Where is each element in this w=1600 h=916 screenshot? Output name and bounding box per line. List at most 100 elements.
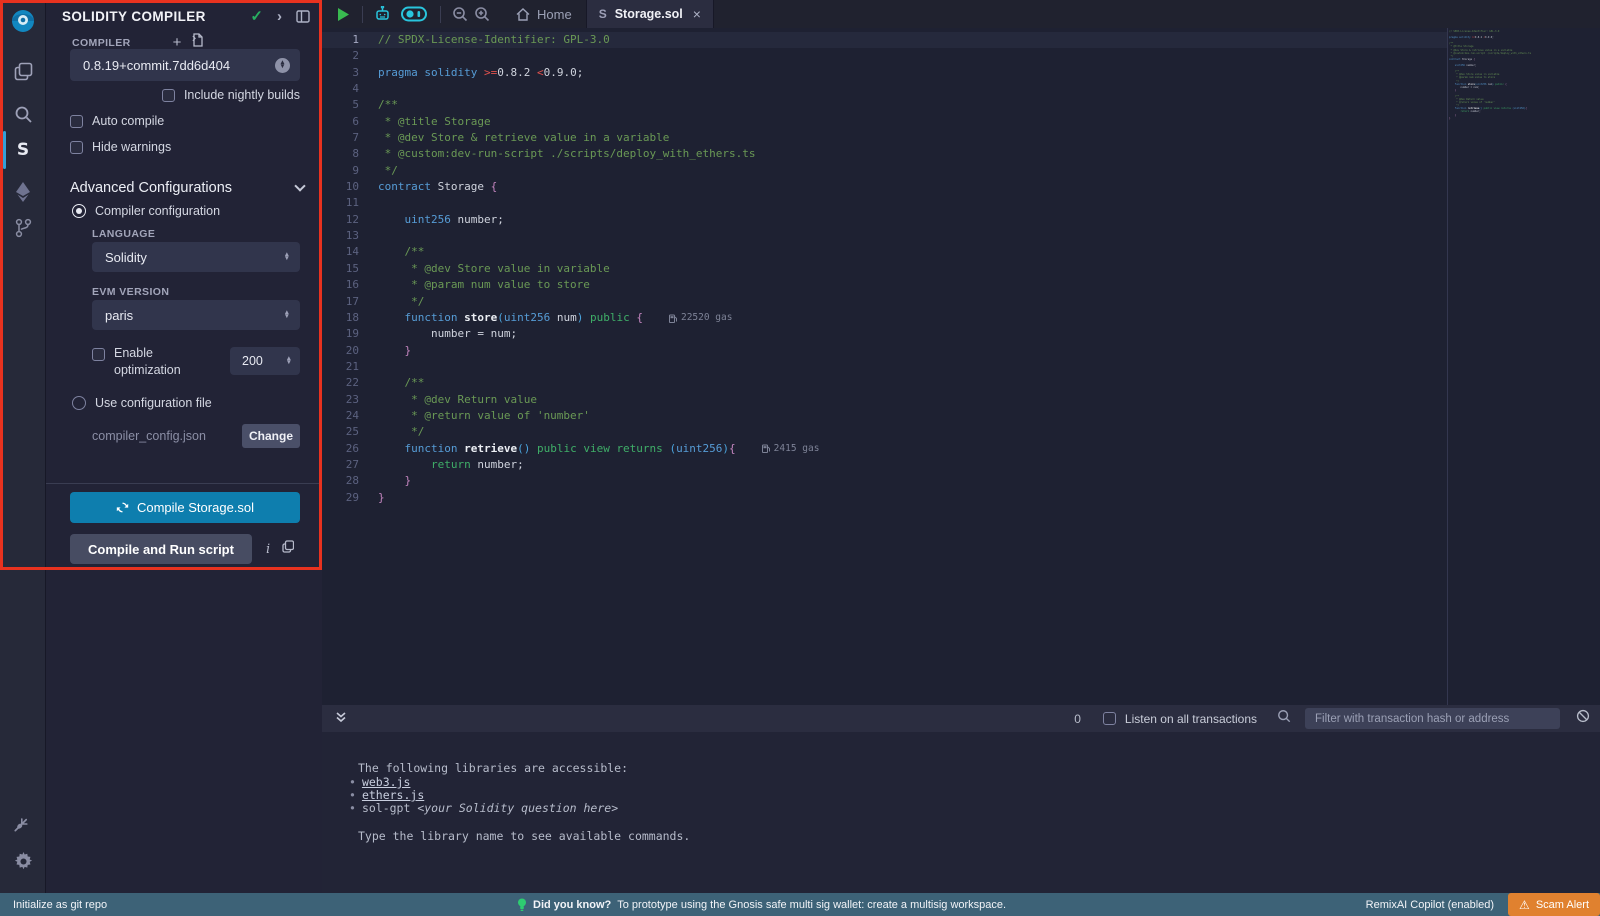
terminal-search-icon[interactable] (1277, 709, 1291, 728)
code-text: function retrieve() public view returns … (378, 441, 736, 457)
git-init-status[interactable]: Initialize as git repo (13, 899, 107, 911)
code-text: * @param num value to store (378, 277, 590, 293)
code-line-15[interactable]: 15 * @dev Store value in variable (322, 261, 1448, 277)
code-line-24[interactable]: 24 * @return value of 'number' (322, 408, 1448, 424)
line-number: 21 (322, 359, 378, 375)
ethers-link[interactable]: ethers.js (362, 788, 424, 802)
select-arrows-icon: ▲▼ (284, 311, 290, 320)
change-config-button[interactable]: Change (242, 424, 300, 448)
code-text: /** (378, 244, 424, 260)
remix-ide: S SOLIDITY (0, 0, 1600, 916)
code-line-28[interactable]: 28 } (322, 473, 1448, 489)
code-line-3[interactable]: 3pragma solidity >=0.8.2 <0.9.0; (322, 65, 1448, 81)
copilot-robot-icon[interactable] (374, 6, 391, 22)
solidity-compiler-panel: SOLIDITY COMPILER ✓ › COMPILER + 0.8.19+… (46, 0, 322, 893)
code-line-27[interactable]: 27 return number; (322, 457, 1448, 473)
compiler-configuration-radio[interactable] (72, 204, 86, 218)
tab-home[interactable]: Home (502, 0, 586, 28)
close-tab-icon[interactable]: × (693, 6, 701, 22)
plugin-manager-icon[interactable] (0, 810, 46, 842)
lightbulb-icon (517, 898, 527, 912)
editor-region: Home S Storage.sol × 1// SPDX-License-Id… (322, 0, 1600, 705)
code-line-2[interactable]: 2 (322, 48, 1448, 64)
code-text: * @dev Store value in variable (378, 261, 610, 277)
zoom-out-icon[interactable] (452, 6, 468, 22)
run-script-play-icon[interactable] (336, 7, 350, 22)
code-line-10[interactable]: 10contract Storage { (322, 179, 1448, 195)
code-line-26[interactable]: 26 function retrieve() public view retur… (322, 441, 1448, 457)
tab-storage-sol[interactable]: S Storage.sol × (586, 0, 714, 28)
code-line-29[interactable]: 29} (322, 490, 1448, 506)
listen-transactions-checkbox[interactable] (1103, 712, 1116, 725)
terminal-collapse-icon[interactable] (335, 710, 347, 728)
compiler-section-label: COMPILER (72, 37, 131, 49)
code-line-17[interactable]: 17 */ (322, 294, 1448, 310)
divider (46, 483, 322, 484)
copilot-status[interactable]: RemixAI Copilot (enabled) (1366, 899, 1494, 911)
use-config-file-radio[interactable] (72, 396, 86, 410)
language-select[interactable]: Solidity ▲▼ (92, 242, 300, 272)
deploy-run-icon[interactable] (0, 176, 46, 208)
advanced-configurations-header[interactable]: Advanced Configurations (70, 180, 304, 196)
scam-alert-badge[interactable]: ⚠ Scam Alert (1508, 893, 1600, 916)
zoom-in-icon[interactable] (474, 6, 490, 22)
code-line-1[interactable]: 1// SPDX-License-Identifier: GPL-3.0 (322, 32, 1448, 48)
code-line-11[interactable]: 11 (322, 195, 1448, 211)
settings-gear-icon[interactable] (0, 845, 46, 877)
line-number: 9 (322, 163, 378, 179)
pin-panel-icon[interactable] (296, 10, 310, 23)
file-explorer-icon[interactable] (0, 55, 46, 87)
compile-button[interactable]: Compile Storage.sol (70, 492, 300, 523)
code-editor[interactable]: 1// SPDX-License-Identifier: GPL-3.023pr… (322, 32, 1448, 506)
search-icon[interactable] (0, 98, 46, 130)
evm-version-select[interactable]: paris ▲▼ (92, 300, 300, 330)
solidity-compiler-icon[interactable]: S (0, 134, 46, 166)
copy-icon[interactable] (282, 540, 294, 558)
terminal-output[interactable]: The following libraries are accessible: … (322, 732, 1600, 893)
runs-stepper-icon: ▲▼ (286, 357, 292, 366)
code-line-20[interactable]: 20 } (322, 343, 1448, 359)
code-line-23[interactable]: 23 * @dev Return value (322, 392, 1448, 408)
enable-optimization-checkbox[interactable] (92, 348, 105, 361)
transaction-filter-input[interactable] (1305, 708, 1560, 729)
code-line-4[interactable]: 4 (322, 81, 1448, 97)
line-number: 13 (322, 228, 378, 244)
compile-and-run-button[interactable]: Compile and Run script (70, 534, 252, 564)
code-text: */ (378, 424, 424, 440)
code-line-5[interactable]: 5/** (322, 97, 1448, 113)
hide-warnings-checkbox[interactable] (70, 141, 83, 154)
code-line-16[interactable]: 16 * @param num value to store (322, 277, 1448, 293)
line-number: 11 (322, 195, 378, 211)
compile-success-check-icon: ✓ (250, 7, 263, 25)
line-number: 20 (322, 343, 378, 359)
code-line-21[interactable]: 21 (322, 359, 1448, 375)
tip-text: To prototype using the Gnosis safe multi… (617, 899, 1006, 911)
git-icon[interactable] (0, 212, 46, 244)
auto-compile-checkbox[interactable] (70, 115, 83, 128)
code-line-18[interactable]: 18 function store(uint256 num) public {2… (322, 310, 1448, 326)
compiler-version-select[interactable]: 0.8.19+commit.7dd6d404 ▲▼ (70, 49, 300, 81)
line-number: 7 (322, 130, 378, 146)
code-line-8[interactable]: 8 * @custom:dev-run-script ./scripts/dep… (322, 146, 1448, 162)
code-line-9[interactable]: 9 */ (322, 163, 1448, 179)
optimization-runs-input[interactable]: 200 ▲▼ (230, 347, 300, 375)
code-text: uint256 number; (378, 212, 504, 228)
code-line-12[interactable]: 12 uint256 number; (322, 212, 1448, 228)
collapse-panel-chevron-icon[interactable]: › (277, 8, 282, 25)
add-compiler-icon[interactable]: + (173, 38, 182, 48)
include-nightly-checkbox[interactable] (162, 89, 175, 102)
copilot-toggle[interactable] (401, 6, 427, 22)
code-line-19[interactable]: 19 number = num; (322, 326, 1448, 342)
code-line-7[interactable]: 7 * @dev Store & retrieve value in a var… (322, 130, 1448, 146)
terminal: 0 Listen on all transactions The fol (322, 705, 1600, 893)
info-icon[interactable]: i (266, 542, 270, 557)
remix-logo-icon[interactable] (0, 5, 46, 39)
code-line-22[interactable]: 22 /** (322, 375, 1448, 391)
editor-minimap[interactable]: // SPDX-License-Identifier: GPL-3.0pragm… (1449, 30, 1545, 120)
code-line-13[interactable]: 13 (322, 228, 1448, 244)
clear-console-icon[interactable] (1576, 709, 1590, 728)
web3-link[interactable]: web3.js (362, 775, 410, 789)
code-line-25[interactable]: 25 */ (322, 424, 1448, 440)
code-line-14[interactable]: 14 /** (322, 244, 1448, 260)
code-line-6[interactable]: 6 * @title Storage (322, 114, 1448, 130)
